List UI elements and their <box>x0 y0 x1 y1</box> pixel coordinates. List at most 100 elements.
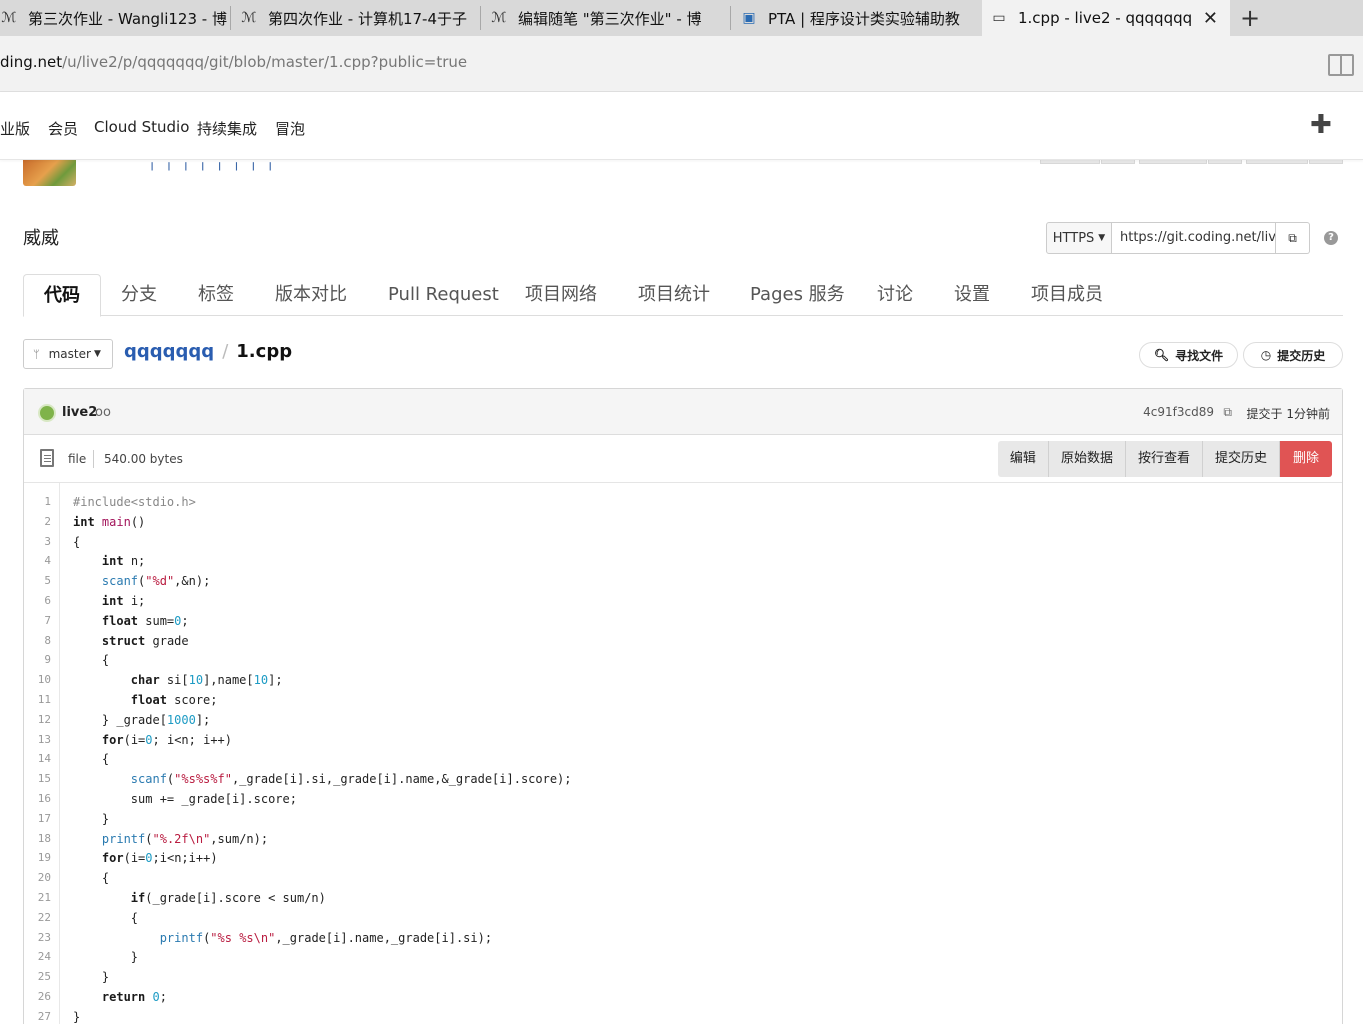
line-number[interactable]: 15 <box>38 772 51 785</box>
line-number[interactable]: 14 <box>38 752 51 765</box>
line-number[interactable]: 3 <box>44 535 51 548</box>
file-history-button[interactable]: 提交历史 <box>1202 441 1280 477</box>
code-line: { <box>73 534 81 549</box>
code-line: struct grade <box>101 633 189 648</box>
line-number[interactable]: 26 <box>38 990 51 1003</box>
browser-tab-title: 第三次作业 - Wangli123 - 博 <box>28 9 227 28</box>
delete-button[interactable]: 删除 <box>1279 441 1332 477</box>
browser-tab-title: 1.cpp - live2 - qqqqqqq <box>1018 9 1193 27</box>
browser-tab-title: 第四次作业 - 计算机17-4于子 <box>268 9 467 28</box>
tab-tags[interactable]: 标签 <box>198 274 234 316</box>
tab-branches[interactable]: 分支 <box>121 274 157 316</box>
browser-tab-title: 编辑随笔 "第三次作业" - 博 <box>518 9 702 28</box>
project-tabs: 代码 分支 标签 版本对比 Pull Request 项目网络 项目统计 Pag… <box>23 274 1343 317</box>
nav-item-cloud-studio[interactable]: Cloud Studio <box>94 118 189 136</box>
tab-discussion[interactable]: 讨论 <box>877 274 913 316</box>
line-number[interactable]: 4 <box>44 554 51 567</box>
code-line: } _grade[1000]; <box>73 712 211 727</box>
project-avatar[interactable] <box>23 160 76 186</box>
line-number[interactable]: 5 <box>44 574 51 587</box>
clone-url-input[interactable]: https://git.coding.net/live2/qqqqqqq.git <box>1112 222 1276 254</box>
line-number[interactable]: 8 <box>44 634 51 647</box>
line-number[interactable]: 6 <box>44 594 51 607</box>
code-line: sum += _grade[i].score; <box>73 792 297 806</box>
browser-tab-1[interactable]: ℳ 第三次作业 - Wangli123 - 博 <box>0 0 228 36</box>
url-host: ding.net <box>0 53 63 71</box>
edit-button[interactable]: 编辑 <box>997 441 1049 477</box>
tab-code[interactable]: 代码 <box>23 274 101 317</box>
tab-pull-request[interactable]: Pull Request <box>388 274 499 316</box>
nav-item-ci[interactable]: 持续集成 <box>197 118 257 139</box>
blame-button[interactable]: 按行查看 <box>1125 441 1203 477</box>
tab-members[interactable]: 项目成员 <box>1031 274 1103 316</box>
code-line: { <box>73 871 110 886</box>
code-line: float score; <box>130 693 218 707</box>
line-number[interactable]: 17 <box>38 812 51 825</box>
tab-settings[interactable]: 设置 <box>954 274 990 316</box>
commit-user[interactable]: live2 <box>62 405 97 420</box>
tab-compare[interactable]: 版本对比 <box>275 274 347 316</box>
line-number[interactable]: 27 <box>38 1010 51 1023</box>
line-number[interactable]: 22 <box>38 911 51 924</box>
browser-tab-4[interactable]: ▣ PTA | 程序设计类实验辅助教 <box>740 0 980 36</box>
plus-icon[interactable]: ✚ <box>1310 110 1332 140</box>
line-number[interactable]: 21 <box>38 891 51 904</box>
line-number[interactable]: 2 <box>44 515 51 528</box>
line-number[interactable]: 23 <box>38 931 51 944</box>
branch-select[interactable]: ᛘ master ▼ <box>23 339 113 369</box>
breadcrumb-repo[interactable]: qqqqqqq <box>124 341 214 362</box>
pta-icon: ▣ <box>742 10 756 26</box>
tab-pages[interactable]: Pages 服务 <box>750 274 845 316</box>
line-number[interactable]: 9 <box>44 653 51 666</box>
browser-tab-strip: ℳ 第三次作业 - Wangli123 - 博 ℳ 第四次作业 - 计算机17-… <box>0 0 1363 36</box>
line-number[interactable]: 11 <box>38 693 51 706</box>
raw-button[interactable]: 原始数据 <box>1048 441 1126 477</box>
copy-icon[interactable]: ⧉ <box>1223 405 1232 420</box>
code-line: for(i=0;i<n;i++) <box>101 851 218 866</box>
line-number[interactable]: 24 <box>38 950 51 963</box>
owner-name[interactable]: 威威 <box>23 224 59 250</box>
protocol-select[interactable]: HTTPS ▼ <box>1046 222 1112 254</box>
reading-view-icon[interactable] <box>1328 54 1354 76</box>
line-number[interactable]: 25 <box>38 970 51 983</box>
history-label: 提交历史 <box>1277 348 1326 363</box>
nav-item-member[interactable]: 会员 <box>48 118 78 139</box>
line-number[interactable]: 19 <box>38 851 51 864</box>
line-number[interactable]: 16 <box>38 792 51 805</box>
line-number[interactable]: 18 <box>38 832 51 845</box>
history-button[interactable]: ◷ 提交历史 <box>1243 342 1343 368</box>
find-file-button[interactable]: 🔍︎ 寻找文件 <box>1139 342 1238 368</box>
help-icon[interactable]: ? <box>1324 231 1338 245</box>
address-bar: ding.net/u/live2/p/qqqqqqq/git/blob/mast… <box>0 36 1363 92</box>
file-panel: live2 oo 4c91f3cd89 ⧉ 提交于 1分钟前 file 540.… <box>23 388 1343 1024</box>
code-line: int n; <box>101 554 146 569</box>
url-field[interactable]: ding.net/u/live2/p/qqqqqqq/git/blob/mast… <box>0 53 467 71</box>
line-number[interactable]: 7 <box>44 614 51 627</box>
code-line: #include<stdio.h> <box>73 495 196 509</box>
code-line: return 0; <box>101 990 167 1004</box>
line-gutter: 1 2 3 4 5 6 7 8 9 10 11 12 13 14 15 16 17 18 19 20 21 22 23 24 2… <box>24 483 60 1024</box>
line-number[interactable]: 20 <box>38 871 51 884</box>
search-icon: 🔍︎ <box>1153 348 1170 362</box>
avatar[interactable] <box>38 404 56 422</box>
file-size: 540.00 bytes <box>104 452 183 466</box>
browser-tab-active[interactable]: ▭ 1.cpp - live2 - qqqqqqq ✕ <box>982 0 1230 36</box>
commit-message: oo <box>95 405 111 420</box>
new-tab-icon[interactable]: + <box>1240 4 1260 32</box>
nav-item-bubble[interactable]: 冒泡 <box>275 118 305 139</box>
tab-network[interactable]: 项目网络 <box>525 274 597 316</box>
browser-tab-3[interactable]: ℳ 编辑随笔 "第三次作业" - 博 <box>490 0 728 36</box>
nav-item-enterprise[interactable]: 业版 <box>0 118 30 139</box>
line-number[interactable]: 13 <box>38 733 51 746</box>
code-line: } <box>73 950 139 965</box>
line-number[interactable]: 10 <box>38 673 51 686</box>
line-number[interactable]: 1 <box>44 495 51 508</box>
close-icon[interactable]: ✕ <box>1203 8 1218 29</box>
browser-tab-2[interactable]: ℳ 第四次作业 - 计算机17-4于子 <box>240 0 478 36</box>
tab-stats[interactable]: 项目统计 <box>638 274 710 316</box>
commit-hash[interactable]: 4c91f3cd89 <box>1143 405 1214 419</box>
header-button-stub <box>1309 160 1343 164</box>
caret-down-icon: ▼ <box>93 349 101 359</box>
copy-url-button[interactable]: ⧉ <box>1276 222 1310 254</box>
line-number[interactable]: 12 <box>38 713 51 726</box>
